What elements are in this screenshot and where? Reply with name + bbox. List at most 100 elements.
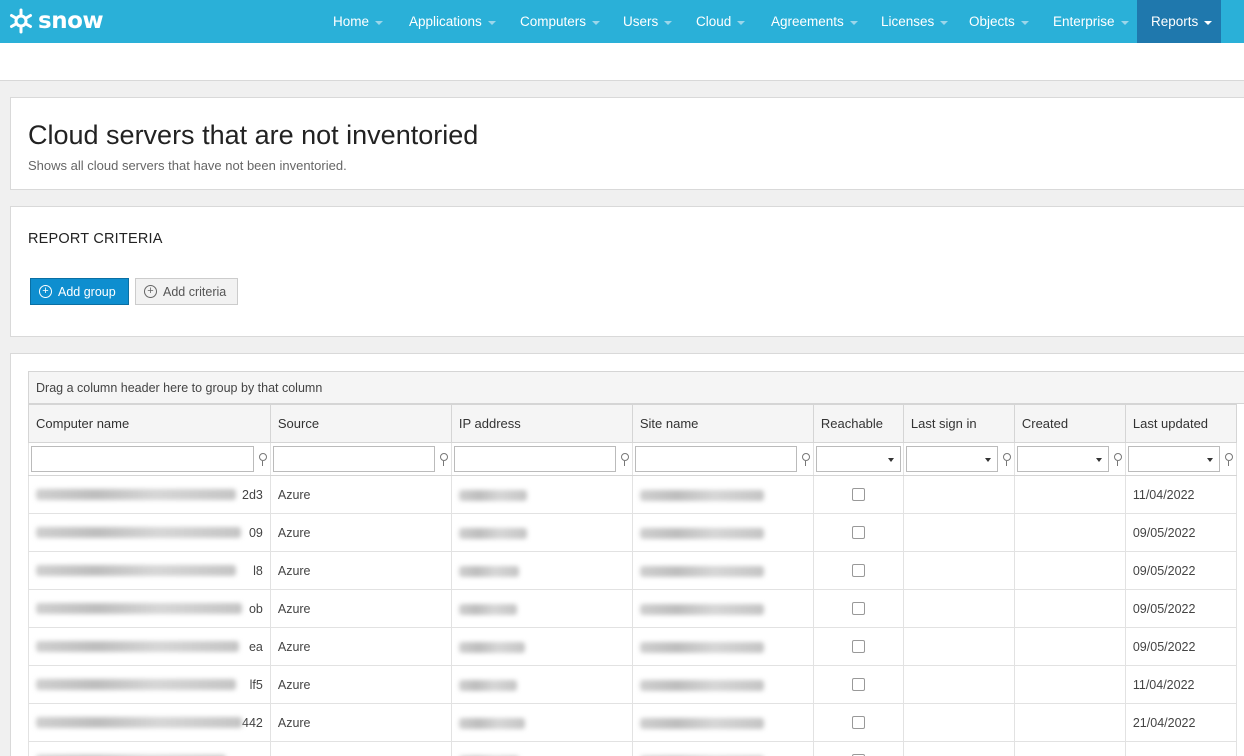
reachable-checkbox[interactable] xyxy=(851,564,865,577)
filter-pin-icon[interactable] xyxy=(801,452,811,466)
site-name-cell xyxy=(631,589,814,628)
computer-name-cell[interactable]: ea xyxy=(28,627,271,666)
caret-down-icon xyxy=(849,20,858,25)
nav-item-label: Agreements xyxy=(771,14,844,29)
nav-item-label: Users xyxy=(623,14,659,29)
redacted-computer-name xyxy=(36,527,241,538)
ip-address-cell xyxy=(450,703,633,742)
filter-pin-icon[interactable] xyxy=(1002,452,1012,466)
filter-dropdown[interactable] xyxy=(905,446,998,472)
table-row[interactable]: lf5 Azure 11/04/2022 xyxy=(28,665,1237,704)
table-row[interactable]: 09 Azure 09/05/2022 xyxy=(28,513,1237,552)
ip-address-cell xyxy=(450,513,633,552)
filter-dropdown[interactable] xyxy=(815,446,901,472)
column-header-created[interactable]: Created xyxy=(1013,404,1126,443)
table-row[interactable]: ea Azure 09/05/2022 xyxy=(28,627,1237,666)
redacted-site-name xyxy=(639,565,764,577)
group-by-drop-area[interactable]: Drag a column header here to group by th… xyxy=(28,371,1244,404)
filter-pin-icon[interactable] xyxy=(1224,452,1234,466)
redacted-site-name xyxy=(639,679,764,691)
filter-dropdown[interactable] xyxy=(1016,446,1109,472)
last-updated-cell: 11/04/2022 xyxy=(1124,665,1237,704)
nav-item-users[interactable]: Users xyxy=(609,0,673,43)
reachable-checkbox[interactable] xyxy=(851,602,865,615)
redacted-ip-address xyxy=(458,679,517,691)
filter-dropdown[interactable] xyxy=(1127,446,1220,472)
add-criteria-button[interactable]: + Add criteria xyxy=(135,278,238,305)
column-header-reachable[interactable]: Reachable xyxy=(812,404,904,443)
table-row[interactable]: ob Azure 09/05/2022 xyxy=(28,589,1237,628)
computer-name-cell[interactable] xyxy=(28,741,271,756)
reachable-checkbox[interactable] xyxy=(851,640,865,653)
redacted-site-name xyxy=(639,489,764,501)
redacted-site-name xyxy=(639,527,764,539)
filter-cell xyxy=(450,442,633,476)
column-header-last-sign-in[interactable]: Last sign in xyxy=(902,404,1015,443)
computer-name-suffix: 2d3 xyxy=(242,487,263,502)
nav-item-computers[interactable]: Computers xyxy=(506,0,601,43)
caret-down-icon xyxy=(1020,20,1029,25)
top-navigation-bar: snow Home Applications Computers Users Cloud… xyxy=(0,0,1244,43)
computer-name-cell[interactable]: 2d3 xyxy=(28,475,271,514)
last-updated-cell: 09/05/2022 xyxy=(1124,551,1237,590)
column-header-ip-address[interactable]: IP address xyxy=(450,404,633,443)
nav-item-cloud[interactable]: Cloud xyxy=(682,0,747,43)
nav-item-agreements[interactable]: Agreements xyxy=(757,0,858,43)
nav-item-licenses[interactable]: Licenses xyxy=(867,0,949,43)
table-row[interactable]: 442 Azure 21/04/2022 xyxy=(28,703,1237,742)
column-header-computer-name[interactable]: Computer name xyxy=(28,404,271,443)
computer-name-cell[interactable]: lf5 xyxy=(28,665,271,704)
nav-item-applications[interactable]: Applications xyxy=(395,0,496,43)
computer-name-suffix: 442 xyxy=(242,715,263,730)
computer-name-cell[interactable]: 09 xyxy=(28,513,271,552)
ip-address-cell xyxy=(450,589,633,628)
caret-down-icon xyxy=(1204,20,1213,25)
ip-address-cell xyxy=(450,551,633,590)
source-cell: Azure xyxy=(269,475,452,514)
filter-pin-icon[interactable] xyxy=(1113,452,1123,466)
column-header-site-name[interactable]: Site name xyxy=(631,404,814,443)
filter-pin-icon[interactable] xyxy=(258,452,268,466)
table-row[interactable] xyxy=(28,741,1237,756)
add-group-button[interactable]: + Add group xyxy=(30,278,129,305)
last-updated-cell xyxy=(1124,741,1237,756)
filter-pin-icon[interactable] xyxy=(620,452,630,466)
filter-input[interactable] xyxy=(31,446,254,472)
filter-pin-icon[interactable] xyxy=(439,452,449,466)
computer-name-cell[interactable]: ob xyxy=(28,589,271,628)
filter-input[interactable] xyxy=(272,446,435,472)
redacted-computer-name xyxy=(36,641,239,652)
nav-item-objects[interactable]: Objects xyxy=(955,0,1029,43)
reachable-checkbox[interactable] xyxy=(851,488,865,501)
caret-down-icon xyxy=(592,20,601,25)
source-cell: Azure xyxy=(269,513,452,552)
created-cell xyxy=(1013,475,1126,514)
column-header-last-updated[interactable]: Last updated xyxy=(1124,404,1237,443)
redacted-computer-name xyxy=(36,717,242,728)
column-header-source[interactable]: Source xyxy=(269,404,452,443)
table-row[interactable]: l8 Azure 09/05/2022 xyxy=(28,551,1237,590)
nav-item-label: Enterprise xyxy=(1053,14,1115,29)
snow-logo[interactable]: snow xyxy=(8,6,104,36)
nav-item-enterprise[interactable]: Enterprise xyxy=(1039,0,1133,43)
reachable-cell xyxy=(812,551,904,590)
report-criteria-title: REPORT CRITERIA xyxy=(28,231,163,247)
reachable-checkbox[interactable] xyxy=(851,678,865,691)
filter-input[interactable] xyxy=(634,446,797,472)
nav-item-home[interactable]: Home xyxy=(319,0,392,43)
computer-name-suffix: ea xyxy=(248,639,263,654)
reachable-cell xyxy=(812,589,904,628)
computer-name-cell[interactable]: l8 xyxy=(28,551,271,590)
computer-name-suffix: lf5 xyxy=(249,677,263,692)
redacted-ip-address xyxy=(458,641,525,653)
reachable-checkbox[interactable] xyxy=(851,716,865,729)
nav-item-reports[interactable]: Reports xyxy=(1137,0,1221,43)
source-cell xyxy=(269,741,452,756)
filter-input[interactable] xyxy=(453,446,616,472)
ip-address-cell xyxy=(450,741,633,756)
reachable-checkbox[interactable] xyxy=(851,526,865,539)
table-row[interactable]: 2d3 Azure 11/04/2022 xyxy=(28,475,1237,514)
computer-name-cell[interactable]: 442 xyxy=(28,703,271,742)
ip-address-cell xyxy=(450,627,633,666)
reachable-cell xyxy=(812,475,904,514)
